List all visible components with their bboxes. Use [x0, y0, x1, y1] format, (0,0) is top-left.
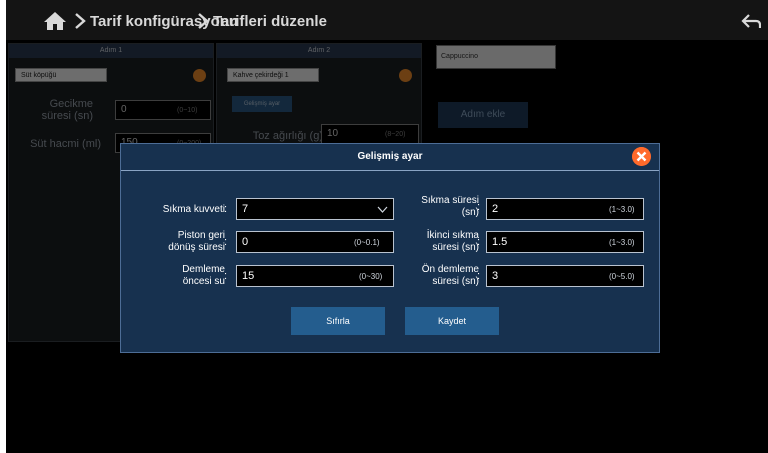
divider — [121, 170, 659, 171]
piston-return-label: Piston geri dönüş süresi — [168, 230, 225, 253]
step-title: Adım 1 — [9, 44, 213, 58]
second-squeeze-range: (1~3.0) — [609, 238, 635, 247]
milk-label: Süt hacmi (ml) — [30, 138, 101, 150]
colon: : — [224, 270, 228, 282]
pre-infusion-label: Ön demleme süresi (sn) — [421, 264, 479, 287]
squeeze-time-label: Sıkma süresi (sn) — [421, 195, 479, 218]
delay-range: (0~10) — [177, 107, 198, 114]
add-step-button[interactable]: Adım ekle — [438, 102, 528, 128]
squeeze-time-range: (1~3.0) — [609, 205, 635, 214]
squeeze-force-label: Sıkma kuvveti — [162, 204, 225, 215]
chevron-down-icon — [377, 206, 388, 213]
delay-label: Gecikme süresi (sn) — [41, 98, 93, 122]
colon: : — [477, 201, 481, 213]
screen: Tarif konfigürasyonu Tarifleri düzenle A… — [6, 0, 768, 453]
product-name-field[interactable]: Cappuccino — [436, 45, 556, 69]
back-arrow-icon[interactable] — [741, 13, 761, 29]
powder-range: (8~20) — [385, 131, 406, 138]
colon: : — [477, 236, 481, 248]
page-title: Tarifleri düzenle — [213, 13, 327, 30]
advanced-settings-dialog: Gelişmiş ayar Sıkma kuvveti : 7 Sıkma sü… — [120, 143, 660, 353]
powder-label: Toz ağırlığı (g) — [252, 130, 323, 142]
advanced-settings-button[interactable]: Gelişmiş ayar — [232, 96, 292, 112]
home-icon[interactable] — [43, 11, 67, 31]
remove-step-icon[interactable] — [399, 69, 412, 82]
colon: : — [477, 270, 481, 282]
piston-return-range: (0~0.1) — [354, 238, 380, 247]
pre-infusion-range: (0~5.0) — [609, 272, 635, 281]
top-bar: Tarif konfigürasyonu Tarifleri düzenle — [6, 0, 768, 40]
save-button[interactable]: Kaydet — [405, 307, 499, 335]
close-icon[interactable] — [632, 147, 651, 166]
chevron-right-icon — [198, 13, 209, 29]
step1-select[interactable]: Süt köpüğü — [15, 68, 107, 82]
step2-select[interactable]: Kahve çekirdeği 1 — [227, 68, 319, 82]
pre-brew-water-label: Demleme öncesi su — [182, 264, 225, 287]
second-squeeze-label: İkinci sıkma süresi (sn) — [426, 230, 479, 253]
squeeze-force-select[interactable]: 7 — [236, 198, 394, 220]
pre-brew-water-range: (0~30) — [359, 272, 383, 281]
dialog-title: Gelişmiş ayar — [357, 151, 423, 162]
reset-button[interactable]: Sıfırla — [291, 307, 385, 335]
remove-step-icon[interactable] — [193, 69, 206, 82]
step-title: Adım 2 — [217, 44, 421, 58]
colon: : — [224, 203, 228, 215]
colon: : — [224, 236, 228, 248]
chevron-right-icon — [75, 13, 86, 29]
